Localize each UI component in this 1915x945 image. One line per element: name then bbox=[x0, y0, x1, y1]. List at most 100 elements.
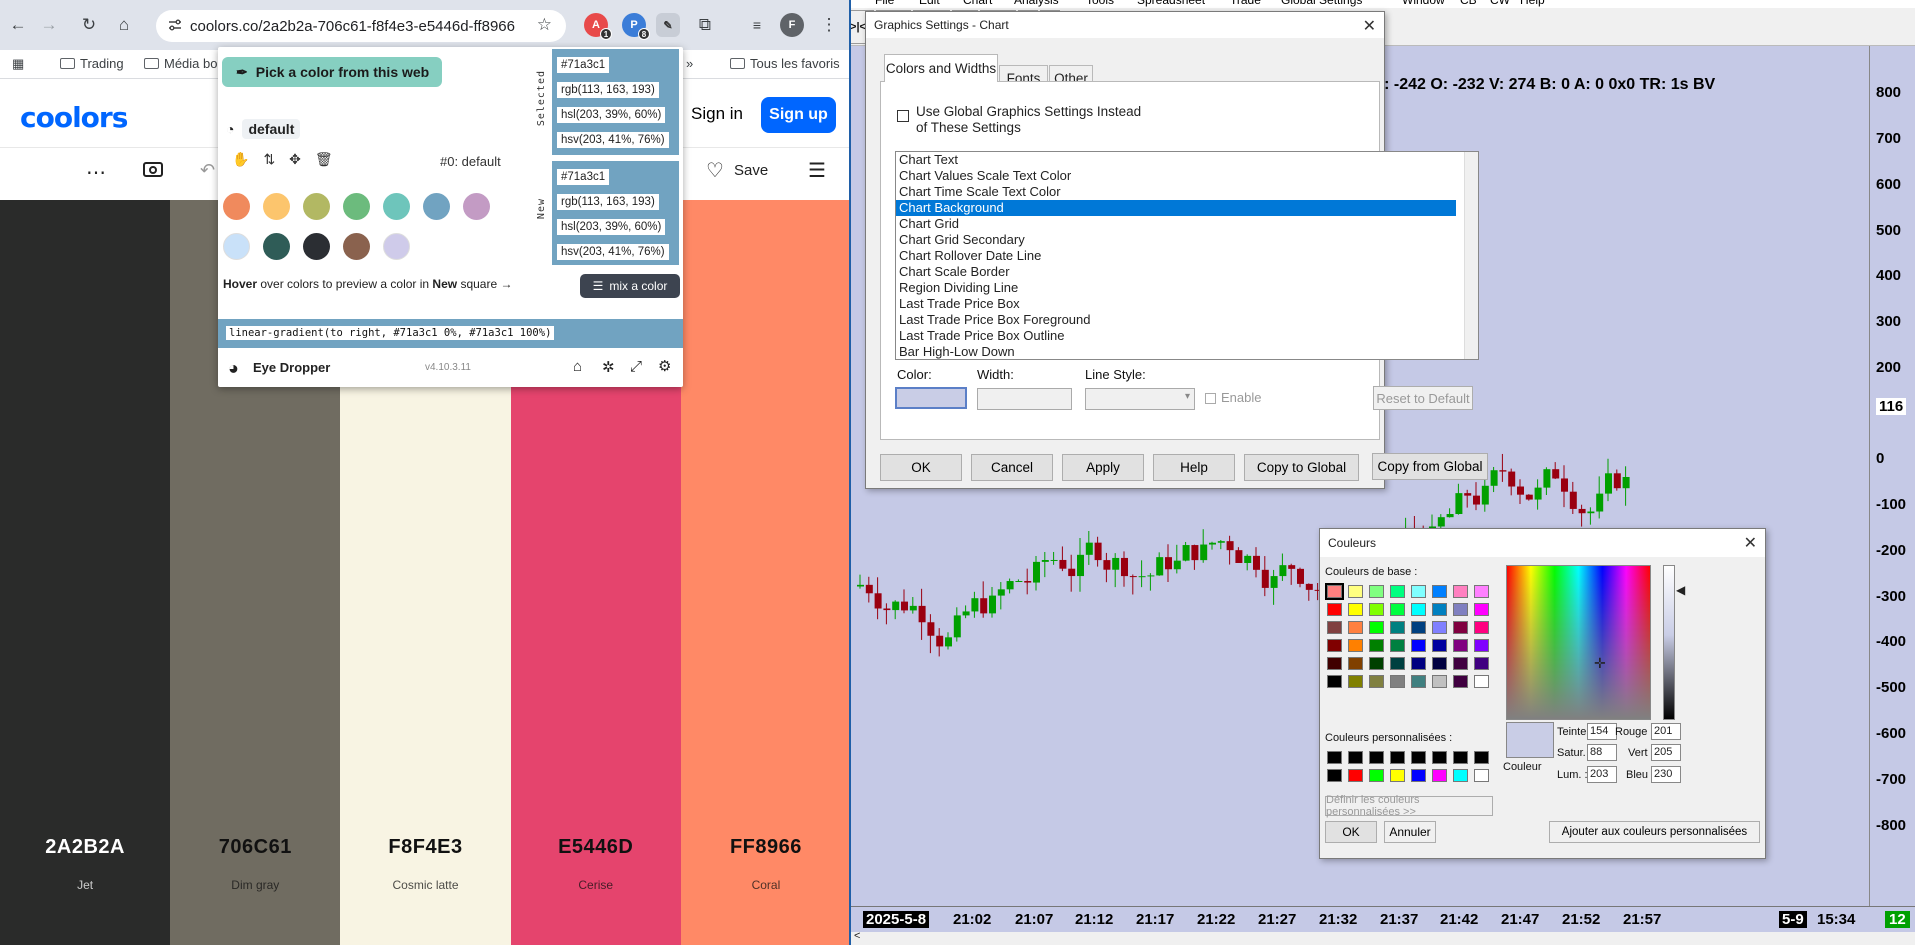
ok-button[interactable]: OK bbox=[1325, 821, 1377, 843]
color-swatch-button[interactable] bbox=[895, 387, 967, 409]
history-color-swatch[interactable] bbox=[303, 233, 330, 260]
swatch-4[interactable]: FF8966 Coral bbox=[680, 200, 851, 945]
color-cell[interactable] bbox=[1474, 621, 1489, 634]
swatch-name[interactable]: Dim gray bbox=[170, 878, 340, 892]
graphics-list-item[interactable]: Last Trade Price Box Foreground bbox=[896, 312, 1456, 328]
menu-item[interactable]: File bbox=[875, 0, 894, 7]
color-cell[interactable] bbox=[1411, 639, 1426, 652]
tab-colors-widths[interactable]: Colors and Widths bbox=[884, 54, 998, 82]
graphics-items-list[interactable]: Chart Text Chart Values Scale Text Color C… bbox=[895, 151, 1479, 360]
color-cell[interactable] bbox=[1474, 751, 1489, 764]
new-rgb[interactable]: rgb(113, 163, 193) bbox=[557, 194, 659, 210]
graphics-list-item[interactable]: Chart Text bbox=[896, 152, 1456, 168]
hand-icon[interactable]: ✋ bbox=[232, 151, 249, 168]
graphics-list-item[interactable]: Bar High-Low Down bbox=[896, 344, 1456, 359]
bookmark-media[interactable]: Média bo bbox=[144, 56, 217, 71]
site-settings-icon[interactable] bbox=[168, 18, 182, 32]
copy-from-global-button[interactable]: Copy from Global bbox=[1372, 453, 1488, 480]
color-cell[interactable] bbox=[1327, 751, 1342, 764]
extensions-puzzle-icon[interactable]: ⧉ bbox=[692, 12, 718, 38]
hamburger-menu-icon[interactable]: ☰ bbox=[808, 158, 826, 183]
color-cell[interactable] bbox=[1453, 675, 1468, 688]
mix-color-button[interactable]: ☰ mix a color bbox=[580, 274, 680, 298]
graphics-list-item[interactable]: Last Trade Price Box Outline bbox=[896, 328, 1456, 344]
color-cell[interactable] bbox=[1390, 675, 1405, 688]
sort-icon[interactable]: ⇅ bbox=[263, 151, 275, 168]
selected-hsl[interactable]: hsl(203, 39%, 60%) bbox=[557, 107, 666, 123]
color-cell[interactable] bbox=[1327, 621, 1342, 634]
graphics-list-item[interactable]: Chart Time Scale Text Color bbox=[896, 184, 1456, 200]
color-cell[interactable] bbox=[1327, 675, 1342, 688]
swatch-name[interactable]: Jet bbox=[0, 878, 170, 892]
palette-selector[interactable]: ◔ default bbox=[226, 119, 301, 139]
sign-up-button[interactable]: Sign up bbox=[761, 97, 836, 133]
color-cell[interactable] bbox=[1348, 585, 1363, 598]
color-cell[interactable] bbox=[1348, 675, 1363, 688]
color-cell[interactable] bbox=[1474, 585, 1489, 598]
color-cell[interactable] bbox=[1411, 621, 1426, 634]
menu-item[interactable]: Analysis bbox=[1014, 0, 1059, 7]
color-cell[interactable] bbox=[1474, 657, 1489, 670]
menu-kebab-icon[interactable]: ⋮ bbox=[816, 12, 842, 38]
luminance-bar[interactable] bbox=[1663, 565, 1675, 720]
color-cell[interactable] bbox=[1390, 621, 1405, 634]
color-cell[interactable] bbox=[1369, 621, 1384, 634]
color-cell[interactable] bbox=[1369, 751, 1384, 764]
history-color-swatch[interactable] bbox=[423, 193, 450, 220]
color-cell[interactable] bbox=[1369, 769, 1384, 782]
swatch-0[interactable]: 2A2B2A Jet bbox=[0, 200, 171, 945]
color-cell[interactable] bbox=[1369, 585, 1384, 598]
history-color-swatch[interactable] bbox=[223, 233, 250, 260]
enable-checkbox[interactable] bbox=[1205, 393, 1216, 404]
pick-color-button[interactable]: ✒ Pick a color from this web bbox=[222, 57, 442, 87]
define-custom-colors-button[interactable]: Définir les couleurs personnalisées >> bbox=[1325, 794, 1493, 818]
eyedropper-extension-icon[interactable]: ✎ bbox=[656, 13, 680, 37]
menu-item[interactable]: Spreadsheet bbox=[1137, 0, 1205, 7]
color-cell[interactable] bbox=[1390, 585, 1405, 598]
color-cell[interactable] bbox=[1411, 675, 1426, 688]
history-color-swatch[interactable] bbox=[223, 193, 250, 220]
color-cell[interactable] bbox=[1432, 621, 1447, 634]
sign-in-link[interactable]: Sign in bbox=[691, 104, 743, 124]
teinte-input[interactable]: 154 bbox=[1587, 723, 1617, 740]
help-button[interactable]: Help bbox=[1153, 454, 1235, 481]
color-cell[interactable] bbox=[1325, 583, 1344, 600]
swatch-hex[interactable]: E5446D bbox=[511, 836, 681, 859]
width-spinner[interactable] bbox=[977, 388, 1072, 410]
color-cell[interactable] bbox=[1348, 657, 1363, 670]
forward-icon[interactable]: → bbox=[36, 12, 62, 38]
color-cell[interactable] bbox=[1411, 585, 1426, 598]
new-hex[interactable]: #71a3c1 bbox=[557, 169, 610, 185]
color-cell[interactable] bbox=[1390, 603, 1405, 616]
vert-input[interactable]: 205 bbox=[1651, 744, 1681, 761]
color-cell[interactable] bbox=[1453, 751, 1468, 764]
menu-item[interactable]: Chart bbox=[963, 0, 992, 7]
apps-grid-icon[interactable]: ▦ bbox=[12, 56, 24, 72]
color-cell[interactable] bbox=[1453, 585, 1468, 598]
history-color-swatch[interactable] bbox=[303, 193, 330, 220]
bookmark-trading[interactable]: Trading bbox=[60, 56, 124, 71]
satur-input[interactable]: 88 bbox=[1587, 744, 1617, 761]
new-hsv[interactable]: hsv(203, 41%, 76%) bbox=[557, 244, 669, 260]
color-cell[interactable] bbox=[1411, 751, 1426, 764]
save-button[interactable]: Save bbox=[734, 162, 768, 179]
swatch-hex[interactable]: F8F4E3 bbox=[340, 836, 510, 859]
graphics-list-item[interactable]: Region Dividing Line bbox=[896, 280, 1456, 296]
horizontal-scrollbar[interactable]: < bbox=[851, 930, 1915, 945]
coolors-logo[interactable]: coolors bbox=[20, 101, 128, 134]
back-icon[interactable]: ← bbox=[5, 12, 31, 38]
close-icon[interactable]: ✕ bbox=[1363, 16, 1376, 36]
heart-icon[interactable]: ♡ bbox=[706, 158, 724, 183]
color-cell[interactable] bbox=[1474, 675, 1489, 688]
reload-icon[interactable]: ↻ bbox=[76, 12, 102, 38]
color-cell[interactable] bbox=[1432, 639, 1447, 652]
color-cell[interactable] bbox=[1390, 751, 1405, 764]
history-color-swatch[interactable] bbox=[383, 193, 410, 220]
bug-icon[interactable]: ✲ bbox=[602, 358, 615, 376]
bookmark-star-icon[interactable]: ☆ bbox=[537, 15, 552, 35]
color-cell[interactable] bbox=[1474, 639, 1489, 652]
reset-default-button[interactable]: Reset to Default bbox=[1373, 386, 1473, 410]
menu-item[interactable]: Edit bbox=[919, 0, 940, 7]
bookmark-all[interactable]: Tous les favoris bbox=[730, 56, 840, 71]
trash-icon[interactable]: 🗑 bbox=[315, 151, 333, 168]
